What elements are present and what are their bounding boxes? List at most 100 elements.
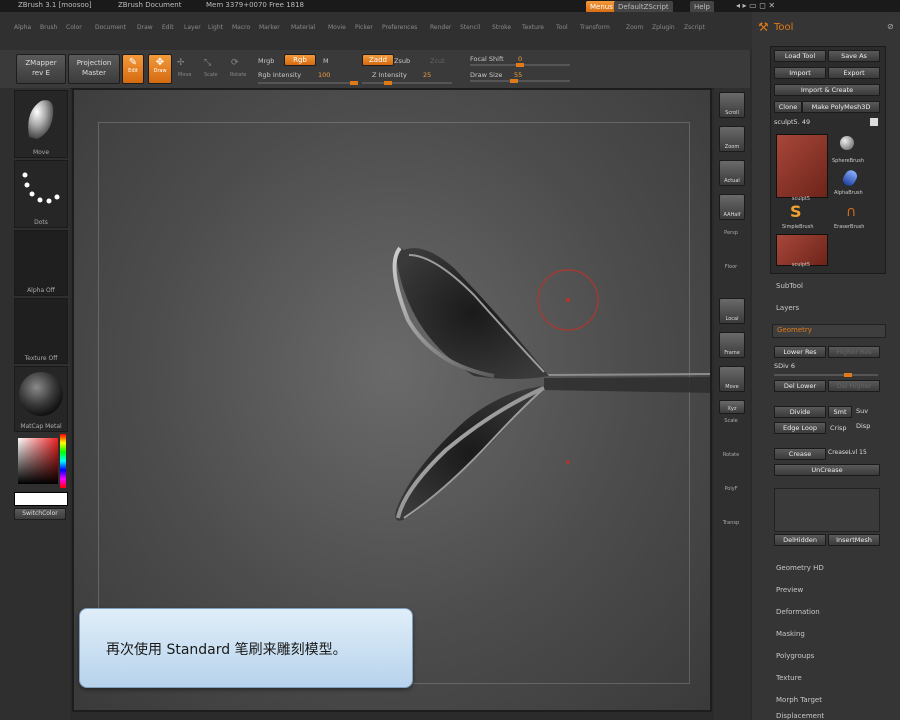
insertmesh-button[interactable]: InsertMesh (828, 534, 880, 546)
higher-res-button[interactable]: Higher Res (828, 346, 880, 358)
displacement-section[interactable]: Displacement (776, 712, 824, 720)
polygroups-section[interactable]: Polygroups (776, 652, 814, 660)
aahalf-button[interactable]: AAHalf (719, 194, 745, 220)
local-button[interactable]: Local (719, 298, 745, 324)
menu-zoom[interactable]: Zoom (626, 24, 643, 31)
masking-section[interactable]: Masking (776, 630, 805, 638)
move-view-button[interactable]: Move (719, 366, 745, 392)
material-picker[interactable]: MatCap Metal (14, 366, 68, 432)
edge-loop-button[interactable]: Edge Loop (774, 422, 826, 434)
menu-picker[interactable]: Picker (355, 24, 373, 31)
clone-button[interactable]: Clone (774, 101, 802, 113)
rotate-icon[interactable]: ⟳ (231, 58, 239, 68)
geometry-header[interactable]: Geometry (772, 324, 886, 338)
projection-master-button[interactable]: Projection Master (68, 54, 120, 84)
edit-button[interactable]: ✎ Edit (122, 54, 144, 84)
save-as-button[interactable]: Save As (828, 50, 880, 62)
draw-button[interactable]: ✥ Draw (148, 54, 172, 84)
disp-toggle[interactable]: Disp (856, 422, 870, 430)
simple-brush-icon[interactable]: S (790, 202, 802, 221)
suv-toggle[interactable]: Suv (856, 407, 868, 415)
sdiv-slider[interactable] (774, 373, 878, 377)
menu-draw[interactable]: Draw (137, 24, 153, 31)
polyf-button[interactable]: PolyF (719, 486, 743, 508)
menu-zplugin[interactable]: Zplugin (652, 24, 675, 31)
menu-marker[interactable]: Marker (259, 24, 280, 31)
menu-alpha[interactable]: Alpha (14, 24, 31, 31)
texture-section[interactable]: Texture (776, 674, 802, 682)
zadd-button[interactable]: Zadd (362, 54, 394, 66)
texture-picker[interactable]: Texture Off (14, 298, 68, 364)
preview-section[interactable]: Preview (776, 586, 803, 594)
menu-macro[interactable]: Macro (232, 24, 250, 31)
crisp-toggle[interactable]: Crisp (830, 424, 847, 432)
actual-button[interactable]: Actual (719, 160, 745, 186)
xyz-button[interactable]: Xyz (719, 400, 745, 414)
zoom-button[interactable]: Zoom (719, 126, 745, 152)
rgb-button[interactable]: Rgb (284, 54, 316, 66)
scroll-button[interactable]: Scroll (719, 92, 745, 118)
menu-color[interactable]: Color (66, 24, 82, 31)
menu-tool[interactable]: Tool (556, 24, 568, 31)
menu-edit[interactable]: Edit (162, 24, 174, 31)
scale-view-button[interactable]: Scale (719, 418, 743, 440)
window-controls[interactable]: ◂ ▸ ▭ ◻ ✕ (736, 1, 775, 10)
switch-color-button[interactable]: SwitchColor (14, 508, 66, 520)
rotate-view-button[interactable]: Rotate (719, 452, 743, 474)
mrgb-button[interactable]: Mrgb (258, 57, 274, 65)
morph-target-section[interactable]: Morph Target (776, 696, 822, 704)
zsub-button[interactable]: Zsub (394, 57, 410, 65)
layers-section[interactable]: Layers (776, 304, 799, 312)
del-lower-button[interactable]: Del Lower (774, 380, 826, 392)
menu-light[interactable]: Light (208, 24, 223, 31)
sphere-brush-icon[interactable] (840, 136, 854, 150)
move-icon[interactable]: ✢ (177, 58, 185, 68)
z-intensity-slider[interactable] (362, 81, 452, 85)
rgb-intensity-slider[interactable] (258, 81, 358, 85)
draw-size-slider[interactable] (470, 79, 570, 83)
color-picker[interactable] (14, 434, 66, 488)
stroke-picker[interactable]: Dots (14, 160, 68, 228)
menu-document[interactable]: Document (95, 24, 126, 31)
main-color-swatch[interactable] (14, 492, 68, 506)
load-tool-button[interactable]: Load Tool (774, 50, 826, 62)
m-button[interactable]: M (323, 57, 329, 65)
transp-button[interactable]: Transp (719, 520, 743, 542)
subtool-section[interactable]: SubTool (776, 282, 803, 290)
menu-movie[interactable]: Movie (328, 24, 346, 31)
make-polymesh-button[interactable]: Make PolyMesh3D (802, 101, 880, 113)
hue-strip[interactable] (60, 434, 66, 488)
export-button[interactable]: Export (828, 67, 880, 79)
menu-render[interactable]: Render (430, 24, 451, 31)
crease-button[interactable]: Crease (774, 448, 826, 460)
zcut-button[interactable]: Zcut (430, 57, 445, 65)
uncrease-button[interactable]: UnCrease (774, 464, 880, 476)
menu-stencil[interactable]: Stencil (460, 24, 480, 31)
delhidden-button[interactable]: DelHidden (774, 534, 826, 546)
lower-res-button[interactable]: Lower Res (774, 346, 826, 358)
alpha-picker[interactable]: Alpha Off (14, 230, 68, 296)
import-create-button[interactable]: Import & Create (774, 84, 880, 96)
tool-slider-handle[interactable] (870, 118, 878, 126)
import-button[interactable]: Import (774, 67, 826, 79)
zmapper-button[interactable]: ZMapper rev E (16, 54, 66, 84)
scale-icon[interactable]: ⤡ (204, 58, 211, 68)
floor-button[interactable]: Floor (719, 264, 743, 286)
menu-material[interactable]: Material (291, 24, 315, 31)
menu-transform[interactable]: Transform (580, 24, 610, 31)
smt-toggle[interactable]: Smt (828, 406, 852, 418)
persp-button[interactable]: Persp (719, 230, 743, 252)
frame-button[interactable]: Frame (719, 332, 745, 358)
palette-close-icon[interactable]: ⊘ (887, 22, 894, 31)
tool-thumb-sculpt5[interactable] (776, 134, 828, 198)
menu-texture[interactable]: Texture (522, 24, 544, 31)
deformation-section[interactable]: Deformation (776, 608, 820, 616)
menu-preferences[interactable]: Preferences (382, 24, 417, 31)
eraser-brush-icon[interactable]: ∩ (846, 204, 856, 220)
del-higher-button[interactable]: Del Higher (828, 380, 880, 392)
menu-brush[interactable]: Brush (40, 24, 57, 31)
geometry-hd-section[interactable]: Geometry HD (776, 564, 824, 572)
menu-stroke[interactable]: Stroke (492, 24, 511, 31)
menu-layer[interactable]: Layer (184, 24, 201, 31)
brush-picker[interactable]: Move (14, 90, 68, 158)
